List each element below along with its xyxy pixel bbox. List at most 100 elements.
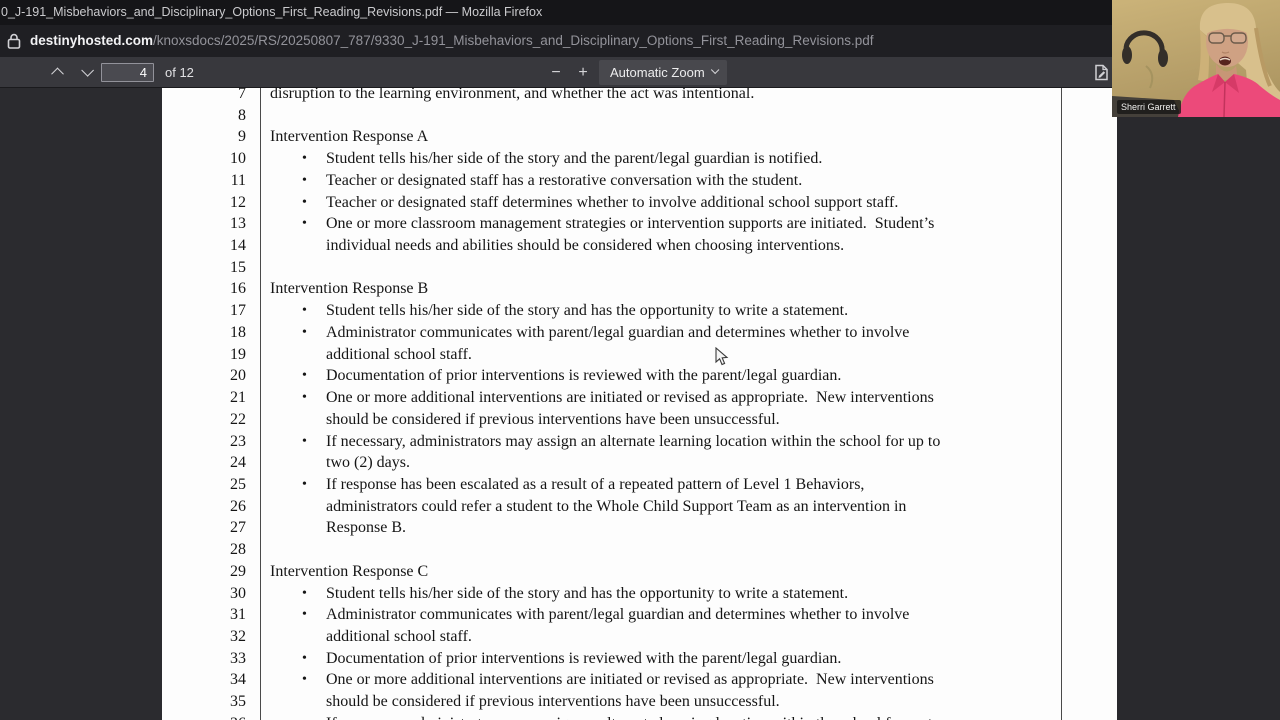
doc-line-text: Intervention Response B bbox=[270, 280, 429, 298]
bullet-icon: • bbox=[302, 585, 307, 601]
line-number: 34 bbox=[230, 671, 246, 689]
line-number: 11 bbox=[230, 171, 246, 189]
doc-line: 10 • Student tells his/her side of the sto… bbox=[162, 148, 1117, 170]
mouse-cursor-icon bbox=[715, 347, 729, 366]
doc-line-text: Intervention Response A bbox=[270, 128, 429, 146]
doc-line: 36 • If necessary, administrators may assi… bbox=[162, 713, 1117, 720]
previous-page-button[interactable] bbox=[44, 57, 70, 88]
line-number: 26 bbox=[230, 497, 246, 515]
doc-line: 16 Intervention Response B bbox=[162, 278, 1117, 300]
bullet-icon: • bbox=[302, 324, 307, 340]
doc-line: 26 administrators could refer a student t… bbox=[162, 496, 1117, 518]
bullet-icon: • bbox=[302, 650, 307, 666]
page-number-input[interactable] bbox=[101, 63, 154, 82]
line-number: 22 bbox=[230, 410, 246, 428]
doc-line-text: should be considered if previous interve… bbox=[326, 693, 780, 711]
line-number: 8 bbox=[238, 106, 246, 124]
line-number: 9 bbox=[238, 128, 246, 146]
bullet-icon: • bbox=[302, 151, 307, 167]
bullet-icon: • bbox=[302, 194, 307, 210]
doc-line-text: If response has been escalated as a resu… bbox=[326, 475, 865, 493]
doc-line-text: Teacher or designated staff determines w… bbox=[326, 193, 899, 211]
doc-line: 27 Response B. bbox=[162, 517, 1117, 539]
next-page-button[interactable] bbox=[72, 57, 98, 88]
doc-line: 20 • Documentation of prior interventions … bbox=[162, 365, 1117, 387]
doc-line-text: individual needs and abilities should be… bbox=[326, 237, 845, 255]
line-number: 19 bbox=[230, 345, 246, 363]
bullet-icon: • bbox=[302, 713, 307, 720]
line-number: 27 bbox=[230, 519, 246, 537]
window-titlebar: 0_J-191_Misbehaviors_and_Disciplinary_Op… bbox=[0, 0, 1280, 25]
chevron-down-icon bbox=[710, 65, 720, 75]
plus-icon: + bbox=[578, 64, 588, 81]
doc-line: 21 • One or more additional interventions … bbox=[162, 387, 1117, 409]
doc-line-text: Student tells his/her side of the story … bbox=[326, 302, 849, 320]
line-number: 31 bbox=[230, 606, 246, 624]
line-number: 29 bbox=[230, 562, 246, 580]
line-number: 20 bbox=[230, 367, 246, 385]
doc-line-text: Response B. bbox=[326, 519, 406, 537]
doc-line: 25 • If response has been escalated as a r… bbox=[162, 474, 1117, 496]
line-number: 33 bbox=[230, 649, 246, 667]
line-number: 17 bbox=[230, 302, 246, 320]
chevron-up-icon bbox=[50, 67, 64, 81]
doc-line: 33 • Documentation of prior interventions … bbox=[162, 648, 1117, 670]
bullet-icon: • bbox=[302, 368, 307, 384]
doc-line: 9 Intervention Response A bbox=[162, 126, 1117, 148]
chevron-down-icon bbox=[80, 64, 94, 77]
doc-line: 7 disruption to the learning environment,… bbox=[162, 88, 1117, 105]
doc-line: 19 additional school staff. bbox=[162, 344, 1117, 366]
doc-line-text: Teacher or designated staff has a restor… bbox=[326, 171, 803, 189]
url-bar[interactable]: destinyhosted.com/knoxsdocs/2025/RS/2025… bbox=[0, 25, 1280, 57]
doc-line: 14 individual needs and abilities should … bbox=[162, 235, 1117, 257]
zoom-level-select[interactable]: Automatic Zoom bbox=[599, 60, 727, 85]
line-number: 15 bbox=[230, 258, 246, 276]
bullet-icon: • bbox=[302, 672, 307, 688]
doc-line-text: Documentation of prior interventions is … bbox=[326, 367, 842, 385]
line-number: 10 bbox=[230, 150, 246, 168]
doc-line: 34 • One or more additional interventions … bbox=[162, 669, 1117, 691]
doc-line: 17 • Student tells his/her side of the sto… bbox=[162, 300, 1117, 322]
doc-line-text: One or more additional interventions are… bbox=[326, 671, 934, 689]
bullet-icon: • bbox=[302, 390, 307, 406]
doc-line-text: If necessary, administrators may assign … bbox=[326, 713, 940, 720]
line-number: 16 bbox=[230, 280, 246, 298]
line-number: 24 bbox=[230, 454, 246, 472]
doc-line-text: should be considered if previous interve… bbox=[326, 410, 780, 428]
line-number: 13 bbox=[230, 215, 246, 233]
doc-line-text: Student tells his/her side of the story … bbox=[326, 150, 823, 168]
line-number: 28 bbox=[230, 541, 246, 559]
url-path: /knoxsdocs/2025/RS/20250807_787/9330_J-1… bbox=[153, 33, 874, 48]
zoom-level-value: Automatic Zoom bbox=[610, 65, 705, 80]
line-number: 25 bbox=[230, 475, 246, 493]
participant-name-label: Sherri Garrett bbox=[1117, 100, 1181, 114]
line-number: 32 bbox=[230, 627, 246, 645]
viewer-right-panel bbox=[1117, 117, 1280, 720]
doc-line-text: Student tells his/her side of the story … bbox=[326, 584, 849, 602]
doc-line: 12 • Teacher or designated staff determine… bbox=[162, 192, 1117, 214]
pdf-toolbar: of 12 − + Automatic Zoom bbox=[0, 57, 1280, 88]
line-number: 7 bbox=[238, 88, 246, 102]
doc-line: 24 two (2) days. bbox=[162, 452, 1117, 474]
doc-line: 15 bbox=[162, 257, 1117, 279]
doc-line: 30 • Student tells his/her side of the sto… bbox=[162, 583, 1117, 605]
pdf-viewer[interactable]: 7 disruption to the learning environment,… bbox=[0, 88, 1280, 720]
bullet-icon: • bbox=[302, 607, 307, 623]
doc-line: 22 should be considered if previous inter… bbox=[162, 409, 1117, 431]
line-number: 21 bbox=[230, 389, 246, 407]
edit-document-icon[interactable] bbox=[1092, 63, 1111, 82]
line-number: 35 bbox=[230, 693, 246, 711]
lock-icon bbox=[7, 33, 21, 49]
bullet-icon: • bbox=[302, 172, 307, 188]
url-text[interactable]: destinyhosted.com/knoxsdocs/2025/RS/2025… bbox=[30, 25, 873, 57]
doc-line: 29 Intervention Response C bbox=[162, 561, 1117, 583]
url-domain: destinyhosted.com bbox=[30, 33, 154, 48]
zoom-out-button[interactable]: − bbox=[543, 57, 569, 88]
doc-line: 35 should be considered if previous inter… bbox=[162, 691, 1117, 713]
doc-line: 11 • Teacher or designated staff has a res… bbox=[162, 170, 1117, 192]
zoom-in-button[interactable]: + bbox=[570, 57, 596, 88]
doc-line: 28 bbox=[162, 539, 1117, 561]
doc-line-text: Documentation of prior interventions is … bbox=[326, 649, 842, 667]
window-title: 0_J-191_Misbehaviors_and_Disciplinary_Op… bbox=[1, 5, 543, 19]
line-number: 14 bbox=[230, 237, 246, 255]
